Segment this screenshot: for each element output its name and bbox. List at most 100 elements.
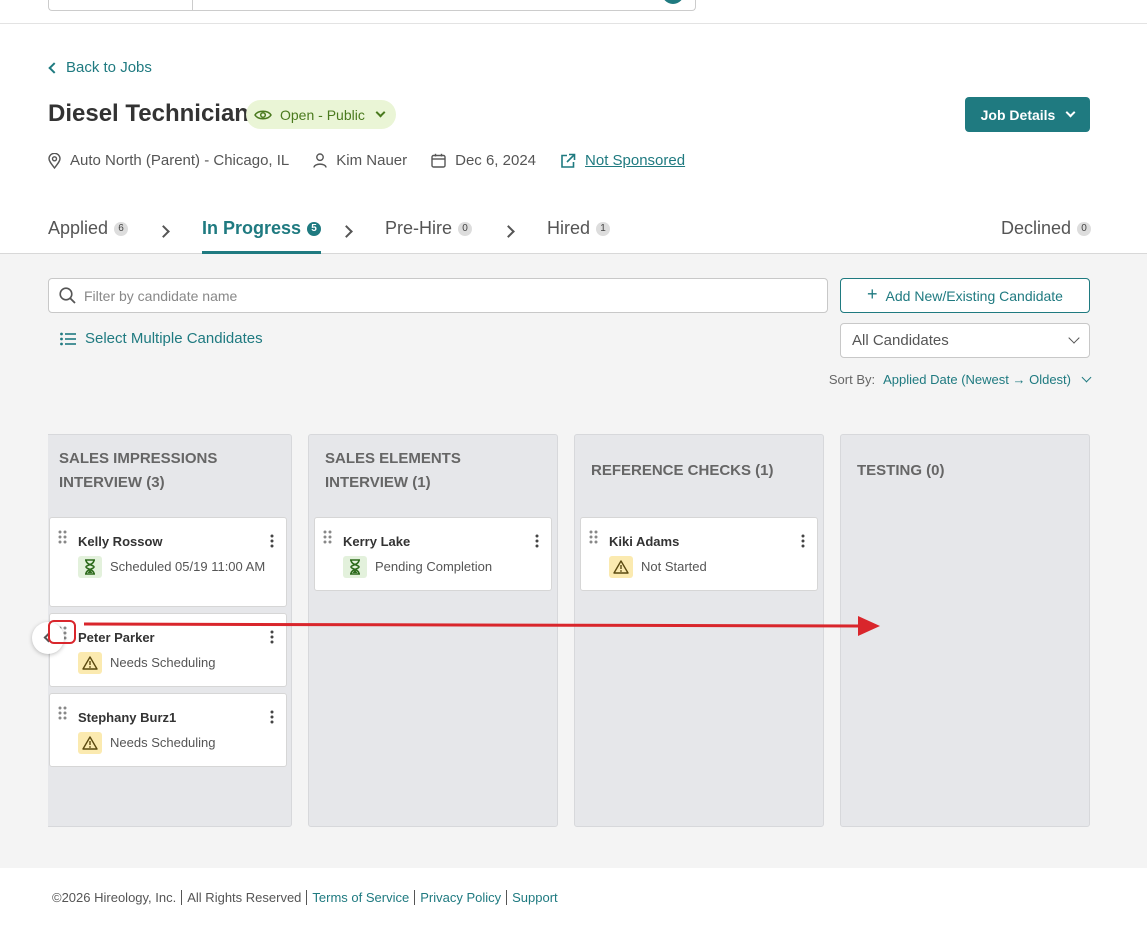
job-date: Dec 6, 2024: [431, 152, 536, 169]
tab-count-badge: 6: [114, 222, 129, 236]
candidate-card[interactable]: Kelly Rossow Scheduled 05/19 11:00 AM: [49, 517, 287, 607]
sponsorship-link[interactable]: Not Sponsored: [560, 152, 685, 169]
eye-icon: [254, 110, 272, 119]
back-to-jobs-label: Back to Jobs: [66, 59, 152, 76]
top-search-input[interactable]: [192, 0, 696, 11]
rights-text: All Rights Reserved: [187, 890, 302, 905]
tab-count-badge: 1: [596, 222, 611, 236]
hourglass-icon: [78, 556, 102, 578]
candidate-search: [48, 278, 828, 313]
chevron-down-icon: [1065, 107, 1076, 118]
top-search-scope[interactable]: [48, 0, 193, 11]
tab-label: In Progress: [202, 218, 302, 238]
more-options-icon[interactable]: [535, 534, 539, 548]
stage-column-sales-elements: SALES ELEMENTS INTERVIEW (1) Kerry Lake …: [308, 434, 558, 827]
job-meta-row: Auto North (Parent) - Chicago, IL Kim Na…: [48, 152, 709, 169]
chevron-down-icon: [1068, 332, 1080, 344]
select-multiple-label: Select Multiple Candidates: [85, 330, 263, 347]
calendar-icon: [431, 153, 446, 168]
terms-of-service-link[interactable]: Terms of Service: [312, 890, 409, 905]
footer-divider: [506, 890, 508, 905]
external-link-icon: [561, 153, 576, 168]
more-options-icon[interactable]: [270, 630, 274, 644]
candidate-name[interactable]: Stephany Burz1: [78, 710, 176, 725]
candidate-status-text: Needs Scheduling: [110, 655, 216, 670]
tab-count-badge: 5: [307, 222, 322, 236]
candidate-name[interactable]: Kiki Adams: [609, 534, 679, 549]
chevron-right-icon: [340, 225, 353, 238]
stage-column-reference-checks: REFERENCE CHECKS (1) Kiki Adams Not Star…: [574, 434, 824, 827]
sort-control: Sort By: Applied Date (Newest → Oldest): [828, 372, 1092, 387]
drag-handle-icon[interactable]: [589, 530, 599, 544]
add-candidate-button[interactable]: + Add New/Existing Candidate: [840, 278, 1090, 313]
sort-value-dropdown[interactable]: Applied Date (Newest → Oldest): [883, 372, 1071, 387]
candidate-status-text: Scheduled 05/19 11:00 AM: [110, 559, 266, 574]
sponsorship-text: Not Sponsored: [585, 152, 686, 169]
candidate-status-text: Pending Completion: [375, 559, 493, 574]
candidate-status: Not Started: [609, 556, 707, 578]
job-date-text: Dec 6, 2024: [455, 152, 537, 169]
candidate-card[interactable]: Peter Parker Needs Scheduling: [49, 613, 287, 687]
job-location-text: Auto North (Parent) - Chicago, IL: [70, 152, 290, 169]
candidate-name[interactable]: Peter Parker: [78, 630, 155, 645]
candidate-search-input[interactable]: [84, 287, 784, 304]
candidate-name[interactable]: Kelly Rossow: [78, 534, 163, 549]
tab-hired[interactable]: Hired 1: [547, 214, 611, 254]
candidate-card[interactable]: Stephany Burz1 Needs Scheduling: [49, 693, 287, 767]
job-owner-text: Kim Nauer: [336, 152, 408, 169]
job-status-dropdown[interactable]: Open - Public: [246, 100, 396, 129]
plus-icon: +: [867, 284, 878, 304]
more-options-icon[interactable]: [270, 534, 274, 548]
chevron-down-icon[interactable]: [1081, 372, 1092, 383]
candidate-card[interactable]: Kiki Adams Not Started: [580, 517, 818, 591]
chevron-down-icon: [375, 107, 386, 118]
drag-handle-icon[interactable]: [58, 530, 68, 544]
tab-label: Declined: [1001, 218, 1072, 238]
chevron-right-icon: [502, 225, 515, 238]
job-owner: Kim Nauer: [313, 152, 407, 169]
candidate-status: Needs Scheduling: [78, 652, 216, 674]
tab-declined[interactable]: Declined 0: [1001, 214, 1092, 254]
stage-column-sales-impressions: SALES IMPRESSIONS INTERVIEW (3) Kelly Ro…: [48, 434, 292, 827]
drag-handle-icon[interactable]: [58, 706, 68, 720]
back-to-jobs-link[interactable]: Back to Jobs: [48, 59, 152, 76]
column-title: TESTING (0): [857, 462, 945, 479]
job-title: Diesel Technician: [48, 100, 249, 127]
tab-applied[interactable]: Applied 6: [48, 214, 129, 254]
candidate-status: Pending Completion: [343, 556, 492, 578]
warning-icon: [609, 556, 633, 578]
job-details-button[interactable]: Job Details: [965, 97, 1090, 132]
more-options-icon[interactable]: [801, 534, 805, 548]
candidate-status: Scheduled 05/19 11:00 AM: [78, 556, 270, 578]
select-multiple-candidates-link[interactable]: Select Multiple Candidates: [60, 330, 263, 347]
list-icon: [60, 332, 76, 345]
column-title: REFERENCE CHECKS (1): [591, 462, 774, 479]
tab-label: Applied: [48, 218, 109, 238]
job-details-label: Job Details: [980, 106, 1056, 123]
person-icon: [313, 153, 327, 168]
candidate-card[interactable]: Kerry Lake Pending Completion: [314, 517, 552, 591]
location-pin-icon: [48, 152, 61, 169]
tab-pre-hire[interactable]: Pre-Hire 0: [385, 214, 473, 254]
job-header: Back to Jobs Diesel Technician Open - Pu…: [0, 24, 1147, 254]
stage-column-testing[interactable]: TESTING (0): [840, 434, 1090, 827]
sort-label: Sort By:: [828, 372, 876, 387]
tab-label: Pre-Hire: [385, 218, 453, 238]
footer-divider: [181, 890, 183, 905]
more-options-icon[interactable]: [270, 710, 274, 724]
candidate-filter-select[interactable]: All Candidates: [840, 323, 1090, 358]
candidate-status-text: Needs Scheduling: [110, 735, 216, 750]
footer-divider: [306, 890, 308, 905]
copyright-text: ©2026 Hireology, Inc.: [52, 890, 177, 905]
column-title: SALES IMPRESSIONS INTERVIEW (3): [59, 450, 218, 491]
search-icon: [59, 287, 76, 304]
drag-handle-icon[interactable]: [323, 530, 333, 544]
privacy-policy-link[interactable]: Privacy Policy: [420, 890, 501, 905]
support-link[interactable]: Support: [512, 890, 558, 905]
candidate-status-text: Not Started: [641, 559, 707, 574]
warning-icon: [78, 652, 102, 674]
tab-count-badge: 0: [458, 222, 473, 236]
warning-icon: [78, 732, 102, 754]
tab-in-progress[interactable]: In Progress 5: [202, 214, 322, 254]
candidate-name[interactable]: Kerry Lake: [343, 534, 410, 549]
